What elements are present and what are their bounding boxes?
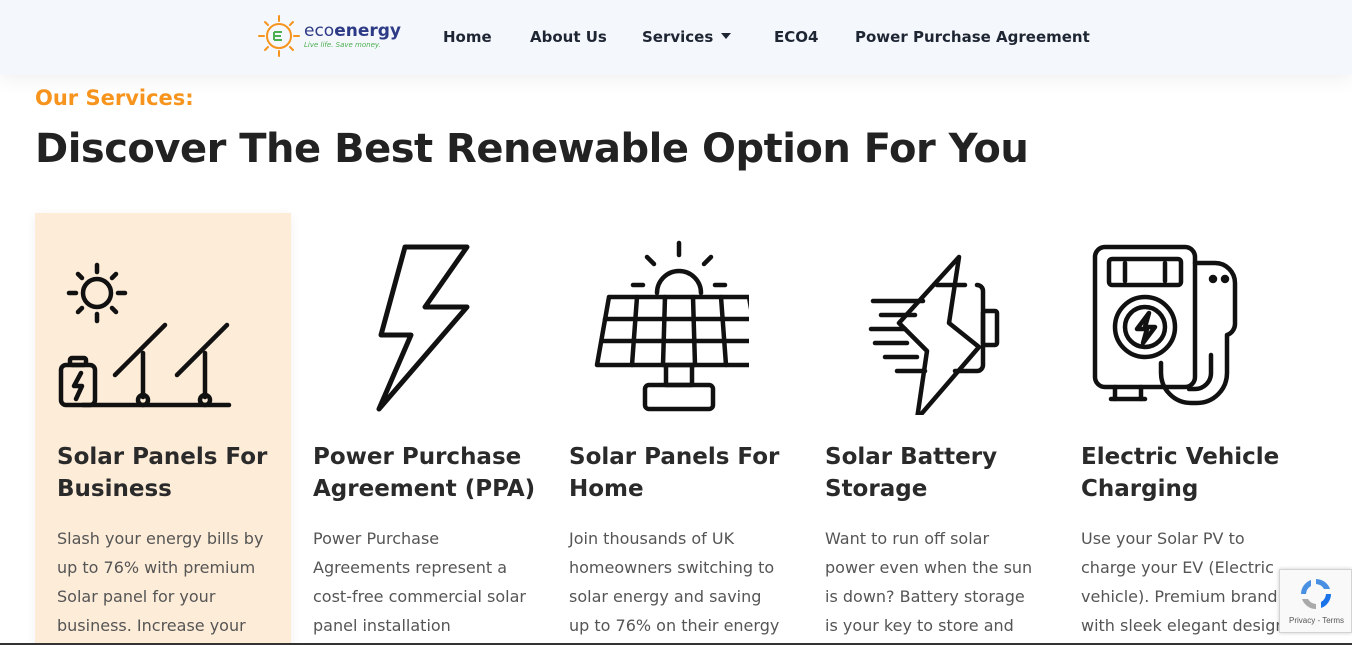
service-card-ppa[interactable]: Power Purchase Agreement (PPA) Power Pur… <box>291 213 547 645</box>
site-logo[interactable]: ecoenergy Live life. Save money. <box>256 10 406 62</box>
card-title: Solar Battery Storage <box>825 444 998 502</box>
nav-services[interactable]: Services <box>642 28 732 46</box>
logo-wordmark: ecoenergy Live life. Save money. <box>304 23 401 49</box>
nav-eco4[interactable]: ECO4 <box>774 28 818 46</box>
service-card-ev-charging[interactable]: Electric Vehicle Charging Use your Solar… <box>1059 213 1315 645</box>
card-title: Electric Vehicle Charging <box>1081 444 1280 502</box>
card-title: Solar Panels For Home <box>569 444 780 502</box>
sun-logo-icon <box>258 15 300 57</box>
card-description: Join thousands of UK homeowners switchin… <box>569 529 780 635</box>
solar-business-icon <box>58 262 232 408</box>
nav-power-purchase-agreement[interactable]: Power Purchase Agreement <box>855 28 1090 46</box>
card-description: Use your Solar PV to charge your EV (Ele… <box>1081 529 1291 635</box>
service-card-solar-business[interactable]: Solar Panels For Business Slash your ene… <box>35 213 291 645</box>
chevron-down-icon <box>721 32 732 39</box>
recaptcha-icon <box>1301 579 1331 609</box>
nav-about-us[interactable]: About Us <box>530 28 607 46</box>
card-title: Solar Panels For Business <box>57 444 268 502</box>
ev-charger-icon <box>1092 244 1238 406</box>
section-title: Discover The Best Renewable Option For Y… <box>35 126 1029 172</box>
lightning-bolt-icon <box>376 244 470 412</box>
service-card-battery-storage[interactable]: Solar Battery Storage Want to run off so… <box>803 213 1059 645</box>
nav-home[interactable]: Home <box>443 28 492 46</box>
service-card-solar-home[interactable]: Solar Panels For Home Join thousands of … <box>547 213 803 645</box>
solar-panel-icon <box>594 240 749 412</box>
section-eyebrow: Our Services: <box>35 86 194 110</box>
card-description: Want to run off solar power even when th… <box>825 529 1033 635</box>
nav-services-label: Services <box>642 28 714 46</box>
logo-tagline: Live life. Save money. <box>304 41 381 49</box>
recaptcha-badge[interactable]: Privacy - Terms <box>1279 569 1352 633</box>
battery-charge-icon <box>868 254 1000 415</box>
card-description: Power Purchase Agreements represent a co… <box>313 529 526 635</box>
card-title: Power Purchase Agreement (PPA) <box>313 444 536 502</box>
site-header: ecoenergy Live life. Save money. Home Ab… <box>0 0 1352 74</box>
logo-name-part2: energy <box>334 21 402 41</box>
recaptcha-links[interactable]: Privacy - Terms <box>1280 616 1352 625</box>
card-description: Slash your energy bills by up to 76% wit… <box>57 529 264 635</box>
logo-name-part1: eco <box>304 21 335 41</box>
